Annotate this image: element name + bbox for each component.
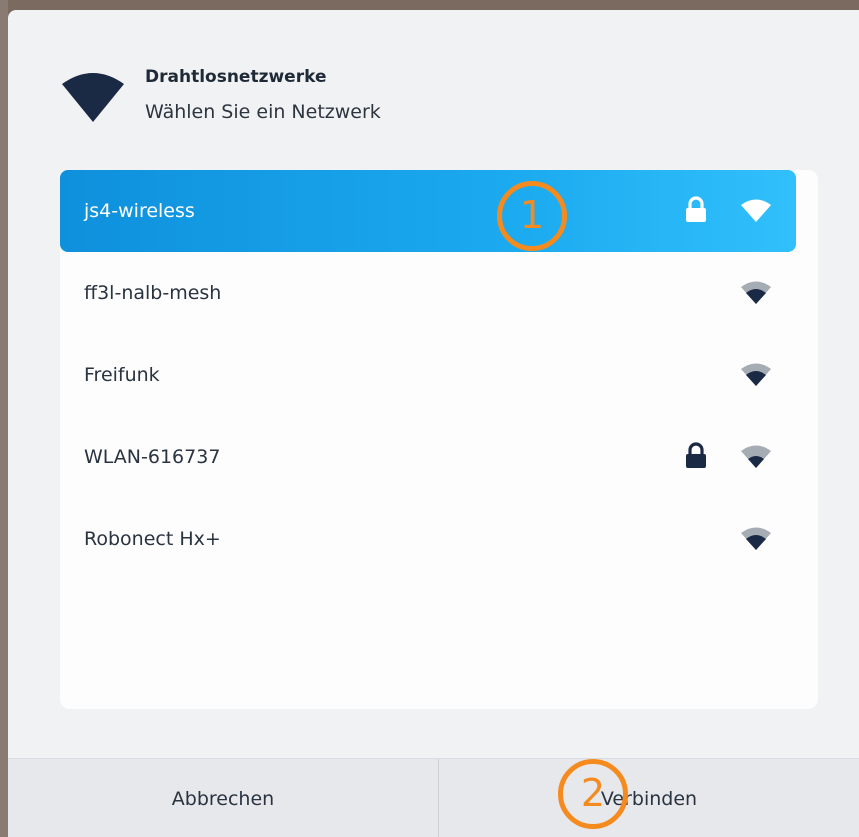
- dialog-footer: Abbrechen Verbinden: [8, 758, 859, 837]
- wifi-signal-icon: [741, 445, 771, 468]
- desktop-background: [0, 0, 8, 837]
- network-item-js4-wireless[interactable]: js4-wireless: [60, 170, 796, 252]
- network-list: js4-wireless ff3l-nalb-mesh Freifunk WLA…: [60, 170, 818, 709]
- network-item-ff3l-nalb-mesh[interactable]: ff3l-nalb-mesh: [60, 252, 796, 334]
- wifi-signal-icon: [741, 527, 771, 550]
- connect-button[interactable]: Verbinden: [439, 759, 859, 837]
- lock-icon: [686, 196, 706, 222]
- dialog-subtitle: Wählen Sie ein Netzwerk: [145, 101, 381, 123]
- dialog-header: Drahtlosnetzwerke Wählen Sie ein Netzwer…: [8, 10, 859, 160]
- network-item-robonect-hx[interactable]: Robonect Hx+: [60, 498, 796, 580]
- network-item-freifunk[interactable]: Freifunk: [60, 334, 796, 416]
- network-name: ff3l-nalb-mesh: [84, 282, 222, 304]
- network-name: WLAN-616737: [84, 446, 221, 468]
- dialog-title: Drahtlosnetzwerke: [145, 67, 327, 87]
- wireless-network-dialog: Drahtlosnetzwerke Wählen Sie ein Netzwer…: [8, 10, 859, 837]
- wifi-icon: [62, 73, 124, 122]
- wifi-signal-icon: [741, 281, 771, 304]
- annotation-marker-2: 2: [558, 759, 628, 829]
- network-name: Robonect Hx+: [84, 528, 221, 550]
- network-item-wlan-616737[interactable]: WLAN-616737: [60, 416, 796, 498]
- cancel-button[interactable]: Abbrechen: [8, 759, 438, 837]
- lock-icon: [686, 442, 706, 468]
- network-name: js4-wireless: [84, 200, 195, 222]
- network-name: Freifunk: [84, 364, 160, 386]
- annotation-marker-1: 1: [497, 181, 567, 251]
- wifi-signal-icon: [741, 363, 771, 386]
- wifi-signal-icon: [741, 199, 771, 222]
